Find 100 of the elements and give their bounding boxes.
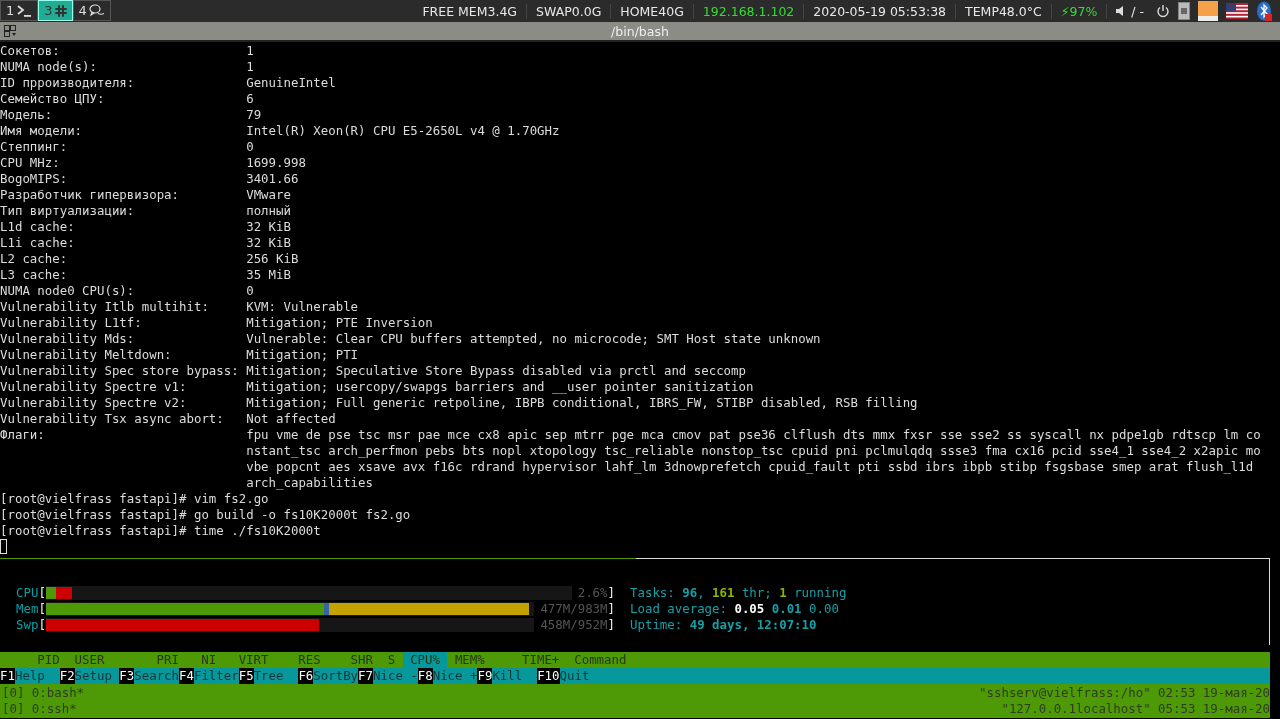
info-key: Степпинг: bbox=[0, 139, 247, 155]
column-header[interactable]: CPU% bbox=[402, 652, 448, 668]
function-key[interactable]: F3Search bbox=[119, 668, 180, 684]
function-key[interactable]: F10Quit bbox=[537, 668, 597, 684]
info-value: VMware bbox=[246, 187, 291, 203]
info-value: 3401.66 bbox=[246, 171, 299, 187]
info-value: Vulnerable: Clear CPU buffers attempted, no microcode; SMT Host state unknown bbox=[246, 331, 821, 347]
speaker-icon[interactable] bbox=[1115, 5, 1126, 17]
info-value: полный bbox=[246, 203, 291, 219]
column-header[interactable]: MEM% bbox=[447, 652, 493, 668]
column-header[interactable]: USER bbox=[67, 652, 120, 668]
info-value: Mitigation; Full generic retpoline, IBPB conditional, IBRS_FW, STIBP disabled, RSB filling bbox=[246, 395, 918, 411]
meter-label: CPU bbox=[16, 585, 39, 601]
flags-line: arch_capabilities bbox=[246, 475, 374, 491]
info-key: Vulnerability Mds: bbox=[0, 331, 247, 347]
info-key: Vulnerability L1tf: bbox=[0, 315, 247, 331]
status-item: ⚡97% bbox=[1051, 3, 1108, 19]
tmux-title: "sshserv@vielfrass:/ho" 02:53 19-мая-20 bbox=[979, 685, 1270, 701]
info-key: L3 cache: bbox=[0, 267, 247, 283]
pane-title: /bin/bash bbox=[611, 23, 669, 39]
volume-level: / - bbox=[1131, 3, 1144, 19]
layout-icon[interactable] bbox=[4, 24, 17, 38]
info-key: Vulnerability Tsx async abort: bbox=[0, 411, 247, 427]
chat-icon bbox=[88, 4, 105, 17]
info-value: 1 bbox=[246, 43, 254, 59]
workspace-button[interactable]: 3 bbox=[38, 0, 73, 21]
info-key: NUMA node(s): bbox=[0, 59, 247, 75]
info-key: Тип виртуализации: bbox=[0, 203, 247, 219]
command-line: [root@vielfrass fastapi]# time ./fs10K2000t bbox=[0, 523, 321, 539]
info-key: Семейство ЦПУ: bbox=[0, 91, 247, 107]
column-header[interactable]: RES bbox=[275, 652, 329, 668]
column-header[interactable]: PID bbox=[7, 652, 68, 668]
status-item: TEMP48.0°C bbox=[956, 3, 1052, 19]
info-key: CPU MHz: bbox=[0, 155, 247, 171]
meter-bracket: ] bbox=[607, 601, 615, 617]
info-key: Флаги: bbox=[0, 427, 247, 491]
power-icon[interactable] bbox=[1156, 4, 1170, 18]
flag-icon[interactable] bbox=[1226, 3, 1248, 19]
function-key[interactable]: F8Nice + bbox=[417, 668, 478, 684]
meter-label: Mem bbox=[16, 601, 39, 617]
meter-label: Swp bbox=[16, 617, 39, 633]
info-value: 32 KiB bbox=[246, 235, 291, 251]
stats-line: Tasks: 96, 161 thr; 1 running bbox=[630, 585, 847, 601]
column-header[interactable]: NI bbox=[186, 652, 224, 668]
info-key: L1d cache: bbox=[0, 219, 247, 235]
meter-reading: 2.6% bbox=[577, 585, 608, 601]
flags-line: fpu vme de pse tsc msr pae mce cx8 apic sep mtrr pge mca cmov pat pse36 clflush dts mmx fxsr sse sse2 ss syscall nx pdpe1gb rdtscp lm co bbox=[246, 427, 1261, 443]
stats-line: Load average: 0.05 0.01 0.00 bbox=[630, 601, 840, 617]
workspace-button[interactable]: 1 bbox=[0, 0, 39, 21]
column-header[interactable]: SHR bbox=[328, 652, 381, 668]
info-value: Mitigation; PTE Inversion bbox=[246, 315, 433, 331]
workspace-button[interactable]: 4 bbox=[72, 0, 111, 21]
info-value: 79 bbox=[246, 107, 262, 123]
tmux-title: "127.0.0.1localhost" 05:53 19-мая-20 bbox=[1001, 701, 1270, 717]
column-header[interactable]: S bbox=[380, 652, 403, 668]
info-key: Vulnerability Spectre v2: bbox=[0, 395, 247, 411]
column-header[interactable]: VIRT bbox=[223, 652, 276, 668]
cursor bbox=[0, 539, 8, 554]
meter-bracket: [ bbox=[38, 617, 46, 633]
info-value: Not affected bbox=[246, 411, 336, 427]
bluetooth-icon[interactable] bbox=[1256, 1, 1272, 21]
info-key: Модель: bbox=[0, 107, 247, 123]
meter-bracket: [ bbox=[38, 585, 46, 601]
flags-line: vbe popcnt aes xsave avx f16c rdrand hypervisor lahf_lm 3dnowprefetch cpuid_fault pti ssbd ibrs ibpb stibp fsgsbase smep arat flush_l1d bbox=[246, 459, 1255, 475]
column-header[interactable]: Command bbox=[566, 652, 649, 668]
info-key: L1i cache: bbox=[0, 235, 247, 251]
info-key: L2 cache: bbox=[0, 251, 247, 267]
status-item: 192.168.1.102 bbox=[693, 3, 805, 19]
info-value: 0 bbox=[246, 283, 254, 299]
info-value: 35 MiB bbox=[246, 267, 291, 283]
column-header[interactable]: TIME+ bbox=[492, 652, 567, 668]
function-key[interactable]: F9Kill bbox=[477, 668, 538, 684]
status-item: FREE MEM3.4G bbox=[413, 3, 528, 19]
info-key: Vulnerability Spectre v1: bbox=[0, 379, 247, 395]
info-key: Vulnerability Itlb multihit: bbox=[0, 299, 247, 315]
status-item: SWAP0.0G bbox=[527, 3, 612, 19]
function-key[interactable]: F7Nice - bbox=[358, 668, 418, 684]
flags-line: nstant_tsc arch_perfmon pebs bts nopl xtopology tsc_reliable nonstop_tsc cpuid pni pclmulqdq ssse3 fma cx16 pcid sse4_1 sse4_2 x2apic mo bbox=[246, 443, 1261, 459]
info-value: Mitigation; Speculative Store Bypass disabled via prctl and seccomp bbox=[246, 363, 746, 379]
info-value: 1 bbox=[246, 59, 254, 75]
status-item: 2020-05-19 05:53:38 bbox=[804, 3, 957, 19]
hash-icon bbox=[54, 4, 67, 17]
info-key: Имя модели: bbox=[0, 123, 247, 139]
command-line: [root@vielfrass fastapi]# vim fs2.go bbox=[0, 491, 269, 507]
info-key: BogoMIPS: bbox=[0, 171, 247, 187]
meter-reading: 458M/952M bbox=[540, 617, 608, 633]
tmux-window[interactable]: [0] 0:ssh* bbox=[2, 701, 77, 717]
info-value: GenuineIntel bbox=[246, 75, 336, 91]
info-value: 1699.998 bbox=[246, 155, 306, 171]
info-value: 0 bbox=[246, 139, 254, 155]
tmux-window[interactable]: [0] 0:bash* bbox=[2, 685, 85, 701]
info-value: KVM: Vulnerable bbox=[246, 299, 359, 315]
info-value: 6 bbox=[246, 91, 254, 107]
info-key: ID прроизводителя: bbox=[0, 75, 247, 91]
info-value: Mitigation; PTI bbox=[246, 347, 359, 363]
function-key[interactable]: F6SortBy bbox=[298, 668, 359, 684]
function-key[interactable]: F1Help bbox=[0, 668, 60, 684]
column-header[interactable]: PRI bbox=[119, 652, 187, 668]
status-item: HOME40G bbox=[611, 3, 694, 19]
function-key[interactable]: F2Setup bbox=[59, 668, 120, 684]
